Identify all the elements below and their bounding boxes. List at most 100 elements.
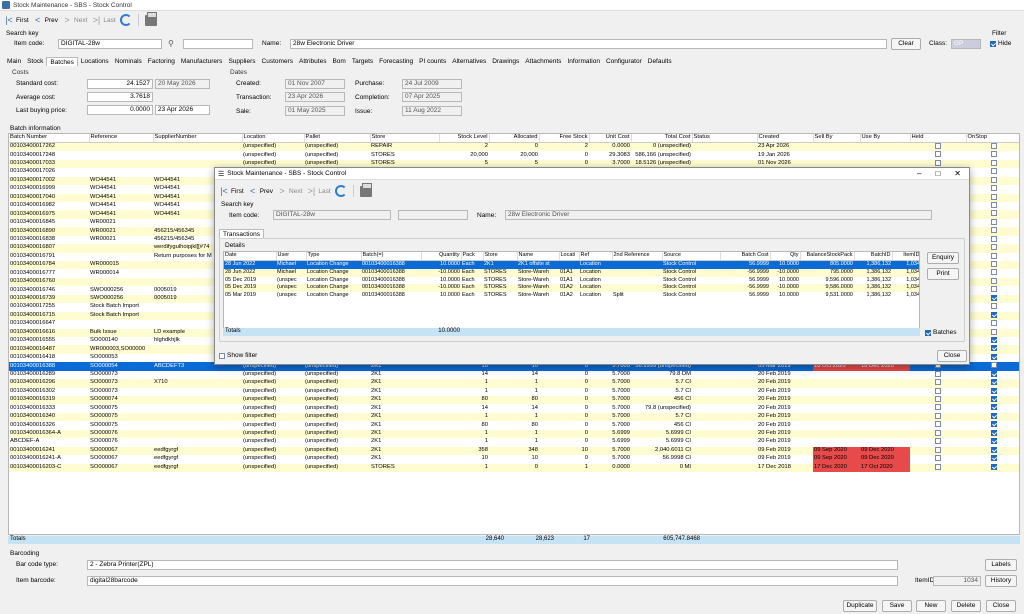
held-cell[interactable] — [910, 455, 966, 464]
tab-drawings[interactable]: Drawings — [489, 57, 522, 66]
column-header[interactable]: Created — [757, 134, 814, 143]
tab-configurator[interactable]: Configurator — [603, 57, 645, 66]
onstop-cell[interactable] — [966, 277, 1019, 287]
table-row[interactable]: 00103400016333 SO000075 (unspecified) (unsp… — [9, 404, 1019, 413]
dialog-last-button[interactable]: >| Last — [306, 186, 331, 196]
onstop-checkbox[interactable] — [990, 446, 997, 453]
held-checkbox[interactable] — [935, 387, 941, 394]
onstop-cell[interactable] — [966, 429, 1019, 439]
history-button[interactable]: History — [985, 575, 1017, 587]
dialog-item-code-input[interactable]: DIGITAL-28w — [273, 210, 391, 220]
held-cell[interactable] — [910, 412, 966, 422]
table-row[interactable]: 00103400017262 (unspecified) (unspecified)… — [9, 142, 1019, 152]
held-cell[interactable] — [910, 379, 966, 388]
onstop-checkbox[interactable] — [990, 210, 997, 217]
onstop-cell[interactable] — [966, 311, 1019, 321]
clear-button[interactable]: Clear — [891, 38, 921, 50]
dialog-prev-button[interactable]: < Prev — [248, 186, 273, 196]
onstop-cell[interactable] — [966, 269, 1019, 278]
onstop-checkbox[interactable] — [990, 387, 997, 394]
onstop-checkbox[interactable] — [990, 159, 997, 166]
onstop-cell[interactable] — [966, 244, 1019, 253]
onstop-cell[interactable] — [966, 345, 1019, 354]
minimize-icon[interactable]: – — [917, 169, 921, 178]
onstop-checkbox[interactable] — [990, 294, 997, 301]
print-icon[interactable] — [144, 11, 157, 26]
onstop-cell[interactable] — [966, 404, 1019, 413]
last-buying-price-date[interactable]: 23 Apr 2026 — [155, 105, 210, 115]
onstop-cell[interactable] — [966, 218, 1019, 228]
onstop-checkbox[interactable] — [990, 277, 997, 284]
held-cell[interactable] — [910, 446, 966, 456]
onstop-cell[interactable] — [966, 210, 1019, 219]
column-header[interactable]: Unit Cost — [589, 134, 632, 143]
onstop-checkbox[interactable] — [990, 353, 997, 360]
column-header[interactable]: Held — [910, 134, 967, 143]
onstop-cell[interactable] — [966, 201, 1019, 211]
enquiry-button[interactable]: Enquiry — [927, 252, 959, 264]
onstop-checkbox[interactable] — [990, 142, 997, 149]
column-header[interactable]: Type — [306, 252, 362, 261]
onstop-cell[interactable] — [966, 252, 1019, 262]
column-header[interactable]: Total Cost — [631, 134, 693, 143]
tab-factoring[interactable]: Factoring — [145, 57, 178, 66]
column-header[interactable]: Sell By — [813, 134, 861, 143]
onstop-cell[interactable] — [966, 455, 1019, 464]
onstop-cell[interactable] — [966, 446, 1019, 456]
onstop-checkbox[interactable] — [990, 261, 997, 268]
labels-button[interactable]: Labels — [985, 559, 1017, 571]
onstop-checkbox[interactable] — [990, 201, 997, 208]
column-header[interactable]: Pallet — [304, 134, 371, 143]
hide-checkbox-box[interactable] — [990, 40, 996, 47]
held-cell[interactable] — [910, 438, 966, 447]
search-icon[interactable]: ⚲ — [168, 39, 178, 49]
table-row[interactable]: 00103400016289 SO000073 (unspecified) (unsp… — [9, 370, 1019, 380]
tab-alternatives[interactable]: Alternatives — [449, 57, 489, 66]
onstop-cell[interactable] — [966, 176, 1019, 186]
first-button[interactable]: |< First — [4, 15, 28, 25]
onstop-checkbox[interactable] — [990, 455, 997, 462]
onstop-checkbox[interactable] — [990, 176, 997, 183]
table-row[interactable]: 05 Dec 2019 (unspec Location Change 0010340… — [224, 284, 919, 293]
onstop-cell[interactable] — [966, 261, 1019, 270]
delete-button[interactable]: Delete — [951, 600, 981, 612]
onstop-cell[interactable] — [966, 294, 1019, 304]
window-close-icon[interactable]: ✕ — [954, 169, 961, 178]
onstop-cell[interactable] — [966, 463, 1019, 472]
held-checkbox[interactable] — [935, 412, 941, 419]
held-checkbox[interactable] — [935, 159, 941, 166]
prev-button[interactable]: < Prev — [33, 15, 58, 25]
held-checkbox[interactable] — [935, 438, 941, 445]
onstop-cell[interactable] — [966, 235, 1019, 245]
onstop-checkbox[interactable] — [990, 438, 997, 445]
print-button[interactable]: Print — [927, 268, 959, 280]
onstop-checkbox[interactable] — [990, 218, 997, 225]
column-header[interactable]: Allocated — [489, 134, 540, 143]
onstop-checkbox[interactable] — [990, 286, 997, 293]
column-header[interactable]: Locati — [559, 252, 580, 261]
held-checkbox[interactable] — [935, 379, 941, 386]
held-checkbox[interactable] — [935, 396, 941, 403]
last-button[interactable]: >| Last — [91, 15, 116, 25]
table-row[interactable]: 00103400016319 SO000074 (unspecified) (unsp… — [9, 396, 1019, 405]
tab-attachments[interactable]: Attachments — [522, 57, 564, 66]
held-cell[interactable] — [910, 429, 966, 439]
held-cell[interactable] — [910, 463, 966, 472]
next-button[interactable]: > Next — [62, 15, 87, 25]
column-header[interactable]: Pack — [461, 252, 484, 261]
held-cell[interactable] — [910, 370, 966, 380]
duplicate-button[interactable]: Duplicate — [843, 600, 877, 612]
column-header[interactable]: Location — [242, 134, 305, 143]
onstop-cell[interactable] — [966, 227, 1019, 236]
onstop-checkbox[interactable] — [990, 252, 997, 259]
column-header[interactable]: Batch Cost — [720, 252, 771, 261]
column-header[interactable]: Qty — [770, 252, 801, 261]
dialog-name-input[interactable]: 28w Electronic Driver — [505, 210, 932, 220]
dialog-next-button[interactable]: > Next — [277, 186, 302, 196]
column-header[interactable]: Batch Number — [9, 134, 90, 143]
table-row[interactable]: 00103400016241 SO000067 eedfgyrgf (unspecif… — [9, 446, 1019, 456]
onstop-checkbox[interactable] — [990, 429, 997, 436]
onstop-cell[interactable] — [966, 193, 1019, 202]
held-checkbox[interactable] — [935, 446, 941, 453]
class-input[interactable]: GP — [951, 39, 981, 49]
